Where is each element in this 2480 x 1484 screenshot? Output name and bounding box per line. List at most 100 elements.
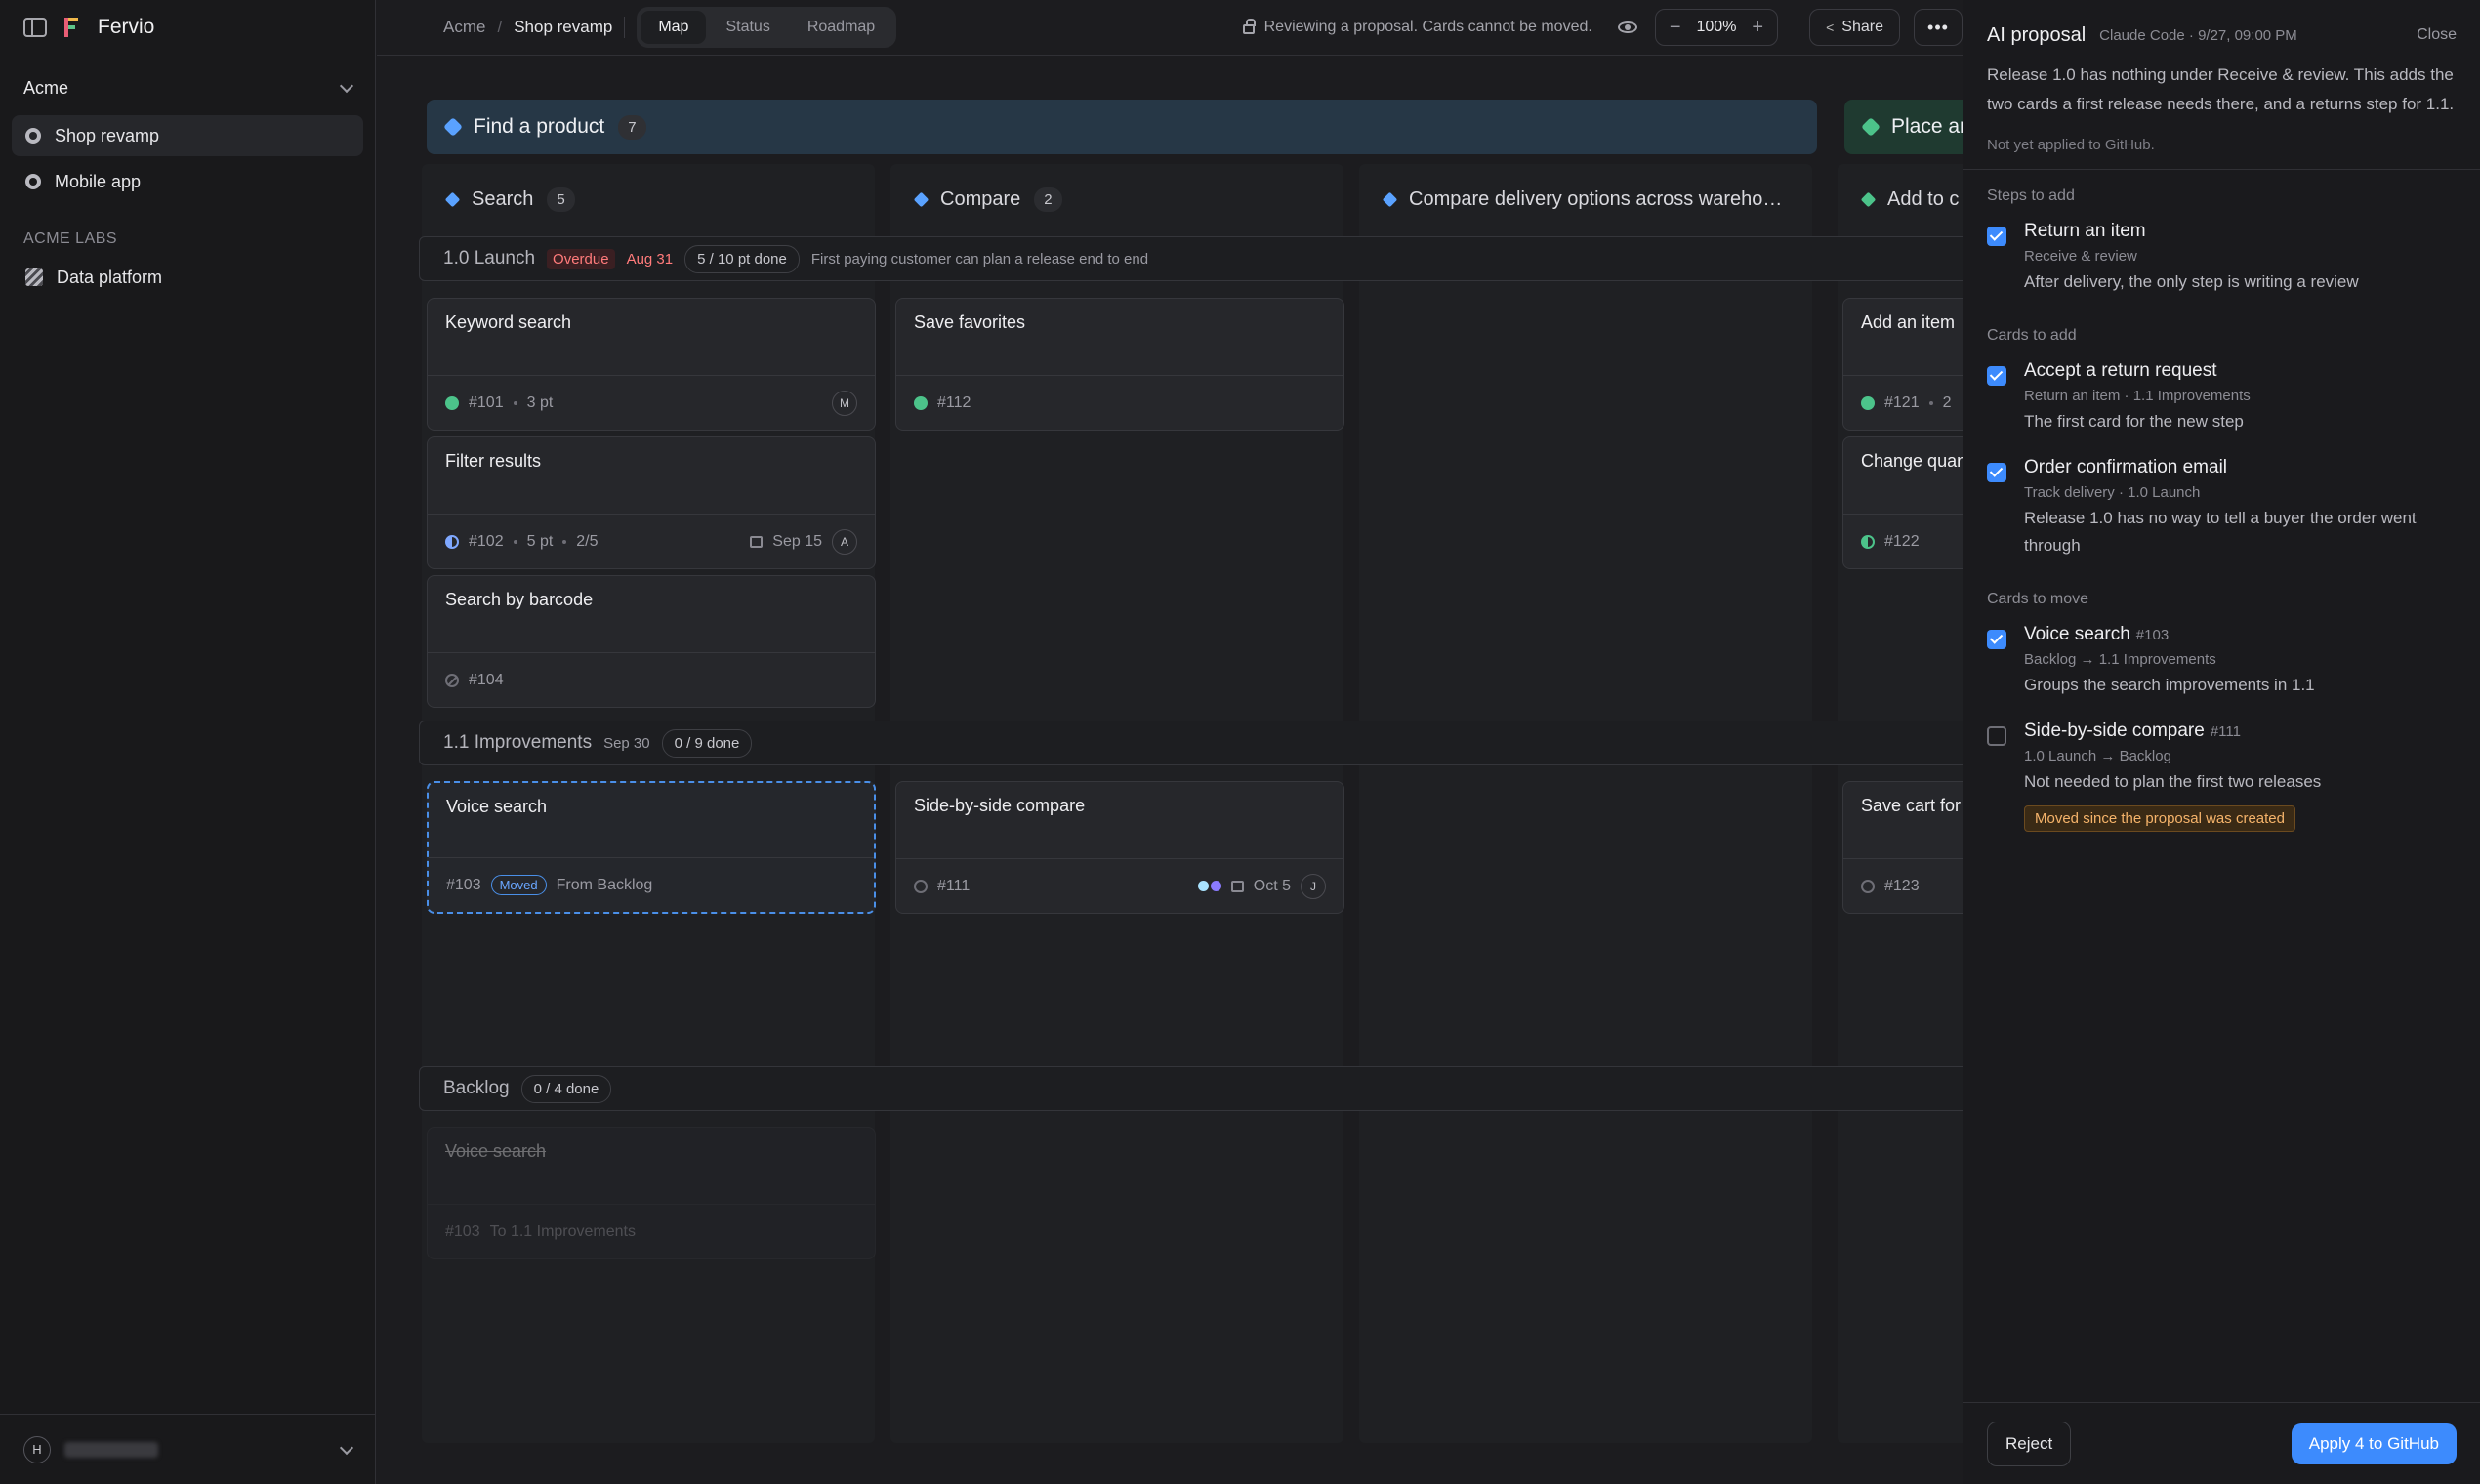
release-row-backlog[interactable]: Backlog 0 / 4 done (419, 1066, 1963, 1111)
group-label-cards-add: Cards to add (1987, 327, 2077, 344)
conflict-warning-badge: Moved since the proposal was created (2024, 805, 2295, 832)
card-title: Change quan (1861, 451, 1963, 471)
zoom-level: 100% (1696, 19, 1737, 35)
card-add-an-item[interactable]: Add an item #121 2 (1842, 298, 1963, 431)
data-platform-icon (25, 268, 43, 286)
user-menu[interactable]: H (0, 1414, 375, 1484)
activity-name: Find a product (474, 115, 605, 138)
activity-place-an-order[interactable]: Place an (1844, 100, 1963, 154)
item-name: Return an item (2024, 221, 2146, 241)
card-footer: #103 To 1.1 Improvements (428, 1204, 875, 1258)
card-footer: #101 3 pt M (428, 375, 875, 430)
share-button[interactable]: < Share (1809, 9, 1900, 46)
workspace-switcher[interactable]: Acme (0, 61, 375, 115)
card-title: Voice search (446, 797, 548, 816)
card-voice-search-moved[interactable]: Voice search #103 Moved From Backlog (427, 781, 876, 914)
item-number: #103 (2135, 627, 2170, 643)
card-points: 2 (1942, 393, 1952, 411)
eye-icon[interactable] (1617, 21, 1637, 33)
checkbox[interactable] (1987, 366, 2006, 386)
card-title: Voice search (445, 1141, 547, 1161)
item-reason: The first card for the new step (2024, 412, 2244, 431)
activity-name: Place an (1891, 115, 1963, 138)
labels-icon (1197, 881, 1221, 891)
card-side-by-side-compare[interactable]: Side-by-side compare #111 Oct 5 J (895, 781, 1344, 914)
share-icon: < (1826, 20, 1835, 35)
tab-roadmap[interactable]: Roadmap (790, 11, 892, 44)
card-number: #103 (446, 876, 481, 893)
sidebar-item-data-platform[interactable]: Data platform (12, 257, 363, 298)
sidebar: Fervio Acme Shop revamp Mobile app ACME … (0, 0, 376, 1484)
sidebar-item-label: Mobile app (55, 171, 142, 191)
release-description: First paying customer can plan a release… (810, 250, 1149, 268)
zoom-out-button[interactable]: − (1670, 17, 1681, 39)
step-icon (1382, 191, 1398, 207)
close-button[interactable]: Close (2417, 26, 2457, 44)
sidebar-toggle-icon[interactable] (23, 18, 47, 37)
section-label: ACME LABS (23, 230, 118, 247)
release-name: 1.1 Improvements (443, 732, 593, 753)
card-filter-results[interactable]: Filter results #102 5 pt 2/5 Sep 15 A (427, 436, 876, 569)
checkbox[interactable] (1987, 227, 2006, 246)
activity-find-a-product[interactable]: Find a product 7 (427, 100, 1817, 154)
checkbox[interactable] (1987, 463, 2006, 482)
review-status: Reviewing a proposal. Cards cannot be mo… (1242, 19, 1637, 36)
item-name: Side-by-side compare (2024, 721, 2205, 741)
item-location: Return an item · 1.1 Improvements (2024, 388, 2251, 404)
card-footer: #103 Moved From Backlog (429, 857, 874, 912)
checkbox[interactable] (1987, 726, 2006, 746)
item-reason: Groups the search improvements in 1.1 (2024, 676, 2315, 694)
card-change-quantity[interactable]: Change quan #122 (1842, 436, 1963, 569)
avatar: H (23, 1435, 51, 1463)
zoom-in-button[interactable]: + (1752, 17, 1763, 39)
more-button[interactable]: ••• (1914, 9, 1963, 46)
proposal-item: Accept a return request Return an item ·… (1963, 360, 2480, 435)
step-name: Search (472, 187, 534, 210)
proposal-item: Side-by-side compare #111 1.0 Launch → Ba… (1963, 721, 2480, 832)
step-compare[interactable]: Compare 2 (913, 178, 1062, 221)
release-row-1-1[interactable]: 1.1 Improvements Sep 30 0 / 9 done (419, 721, 1963, 765)
step-add-to-cart[interactable]: Add to c (1860, 178, 1959, 221)
user-name-redacted (64, 1441, 158, 1458)
step-icon (913, 191, 930, 207)
activity-icon (1861, 117, 1881, 137)
share-label: Share (1841, 19, 1883, 35)
sidebar-item-shop-revamp[interactable]: Shop revamp (12, 115, 363, 156)
apply-button[interactable]: Apply 4 to GitHub (2291, 1422, 2457, 1464)
card-save-cart[interactable]: Save cart for #123 (1842, 781, 1963, 914)
calendar-icon (1230, 880, 1244, 892)
story-map-board: Find a product 7 Place an Search 5 Compa… (377, 57, 1963, 1484)
card-keyword-search[interactable]: Keyword search #101 3 pt M (427, 298, 876, 431)
activity-icon (443, 117, 463, 137)
card-save-favorites[interactable]: Save favorites #112 (895, 298, 1344, 431)
status-cancelled-icon (445, 673, 459, 687)
breadcrumb-root[interactable]: Acme (443, 18, 485, 37)
release-row-1-0[interactable]: 1.0 Launch Overdue Aug 31 5 / 10 pt done… (419, 236, 1963, 281)
card-number: #123 (1884, 877, 1920, 894)
item-reason: After delivery, the only step is writing… (2024, 272, 2359, 291)
moved-to: To 1.1 Improvements (489, 1222, 636, 1240)
status-open-icon (1861, 879, 1875, 893)
step-search[interactable]: Search 5 (444, 178, 575, 221)
step-name: Compare (940, 187, 1021, 210)
tab-map[interactable]: Map (641, 11, 707, 44)
card-due-date: Oct 5 (1253, 877, 1291, 894)
status-done-icon (1861, 395, 1875, 410)
calendar-icon (750, 535, 764, 548)
card-subtasks: 2/5 (576, 532, 599, 550)
reject-button[interactable]: Reject (1987, 1421, 2072, 1466)
assignee-avatar: J (1301, 873, 1326, 899)
card-title: Side-by-side compare (914, 796, 1086, 815)
card-search-by-barcode[interactable]: Search by barcode #104 (427, 575, 876, 708)
tab-status[interactable]: Status (708, 11, 787, 44)
github-icon (25, 174, 41, 189)
card-number: #103 (445, 1222, 480, 1240)
card-title: Save favorites (914, 312, 1026, 332)
step-compare-delivery[interactable]: Compare delivery options across wareho… (1382, 178, 1782, 221)
checkbox[interactable] (1987, 630, 2006, 649)
sidebar-item-mobile-app[interactable]: Mobile app (12, 161, 363, 202)
card-number: #112 (937, 393, 971, 411)
activity-count: 7 (618, 114, 646, 140)
moved-badge: Moved (490, 875, 547, 895)
fervio-logo-icon (64, 18, 80, 37)
